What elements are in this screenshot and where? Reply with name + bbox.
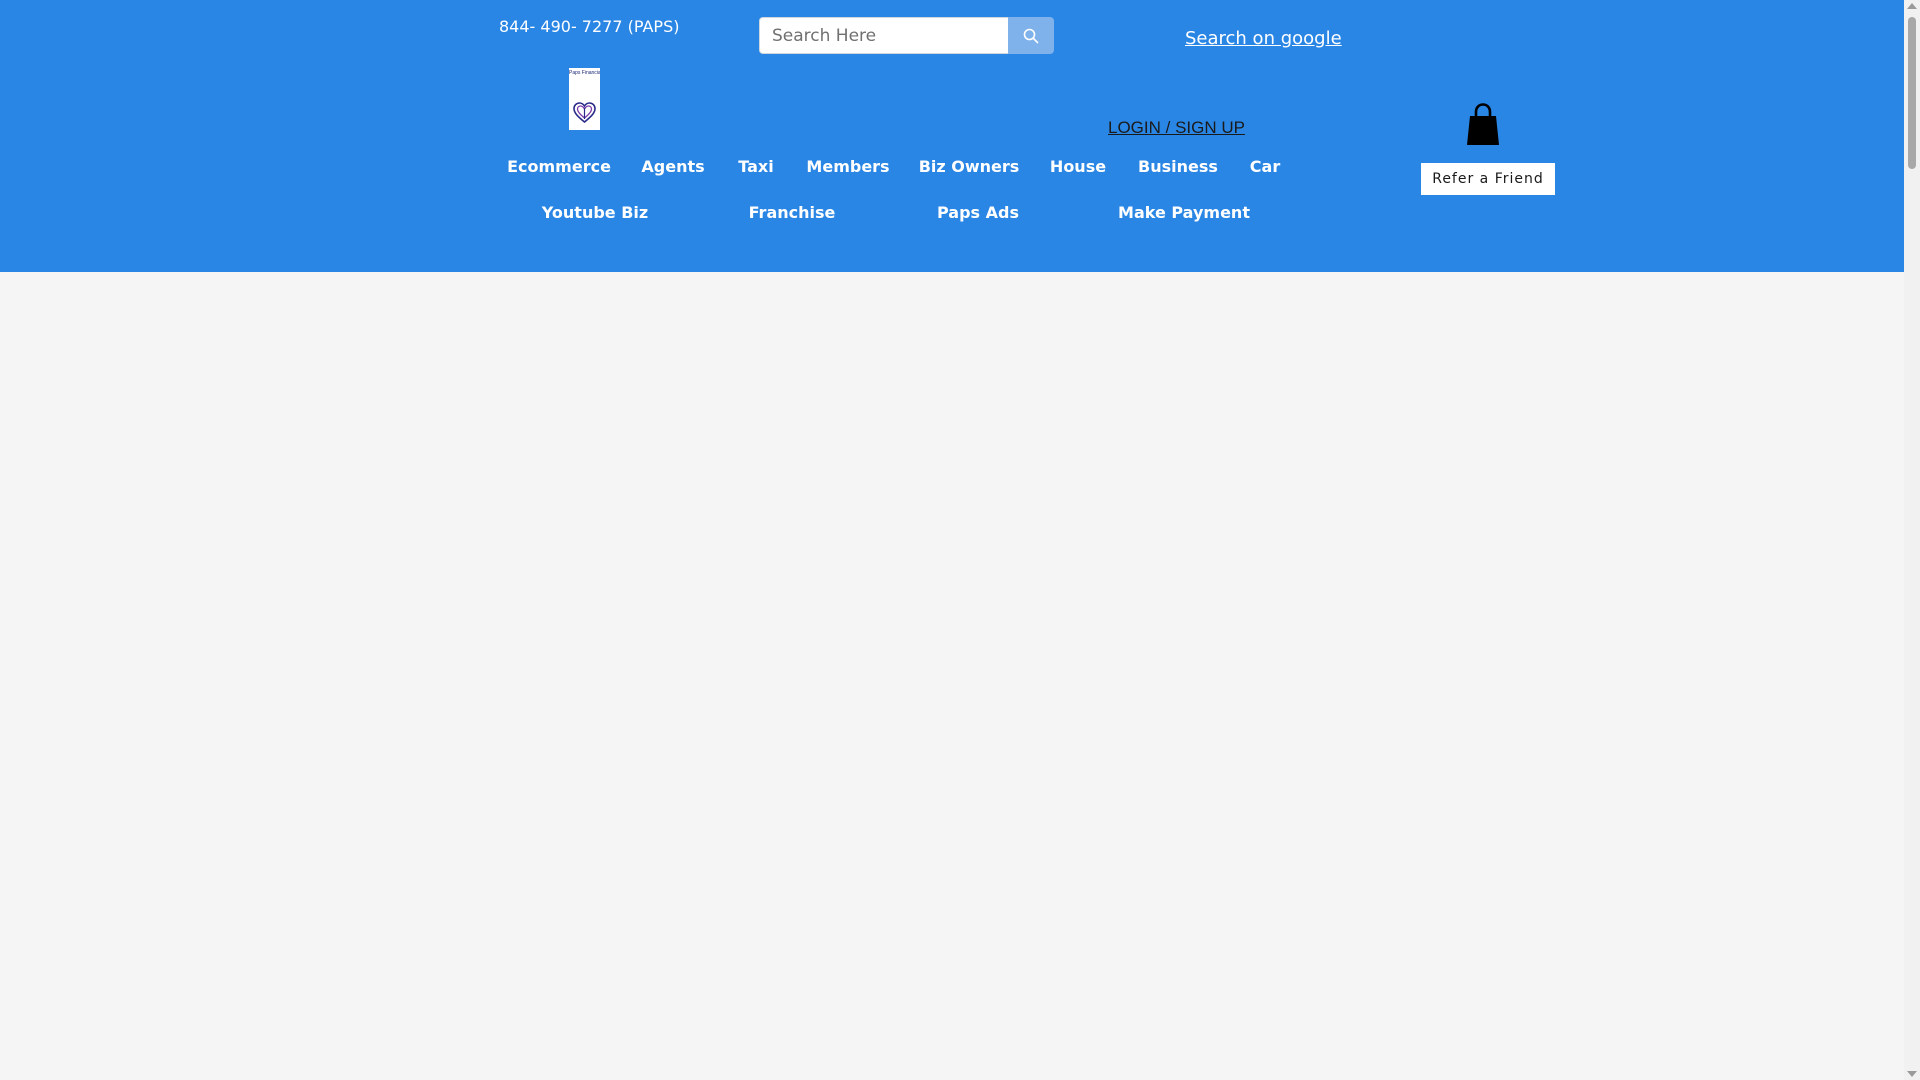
shopping-bag-icon (1467, 103, 1499, 145)
page-content (0, 272, 1904, 1080)
nav-item-paps-ads[interactable]: Paps Ads (937, 203, 1019, 222)
page: 844- 490- 7277 (PAPS) Search on google P… (0, 0, 1920, 1080)
refer-a-friend-button[interactable]: Refer a Friend (1421, 163, 1555, 195)
nav-item-taxi[interactable]: Taxi (738, 157, 773, 176)
page-scrollbar[interactable] (1904, 0, 1920, 1080)
cart-button[interactable] (1466, 103, 1500, 151)
nav-item-house[interactable]: House (1050, 157, 1106, 176)
search-button[interactable] (1008, 17, 1054, 54)
nav-item-make-payment[interactable]: Make Payment (1118, 203, 1250, 222)
scrollbar-thumb[interactable] (1908, 17, 1916, 169)
nav-item-ecommerce[interactable]: Ecommerce (507, 157, 611, 176)
site-search (759, 17, 1054, 54)
nav-item-biz-owners[interactable]: Biz Owners (919, 157, 1020, 176)
site-logo[interactable]: Paps Financial (569, 68, 600, 130)
search-input[interactable] (759, 17, 1008, 54)
nav-item-business[interactable]: Business (1138, 157, 1218, 176)
nav-item-youtube-biz[interactable]: Youtube Biz (542, 203, 648, 222)
scroll-down-arrow-icon[interactable] (1907, 1071, 1917, 1077)
nav-item-members[interactable]: Members (806, 157, 889, 176)
phone-number: 844- 490- 7277 (PAPS) (499, 17, 680, 36)
scroll-up-arrow-icon[interactable] (1907, 3, 1917, 9)
site-header: 844- 490- 7277 (PAPS) Search on google P… (0, 0, 1904, 272)
logo-text: Paps Financial (569, 70, 600, 76)
nav-item-car[interactable]: Car (1250, 157, 1280, 176)
nav-item-franchise[interactable]: Franchise (749, 203, 836, 222)
nav-item-agents[interactable]: Agents (641, 157, 704, 176)
login-signup-link[interactable]: LOGIN / SIGN UP (1108, 118, 1245, 138)
search-icon (1023, 28, 1039, 43)
heart-logo-icon (573, 102, 596, 124)
search-on-google-link[interactable]: Search on google (1185, 28, 1342, 49)
